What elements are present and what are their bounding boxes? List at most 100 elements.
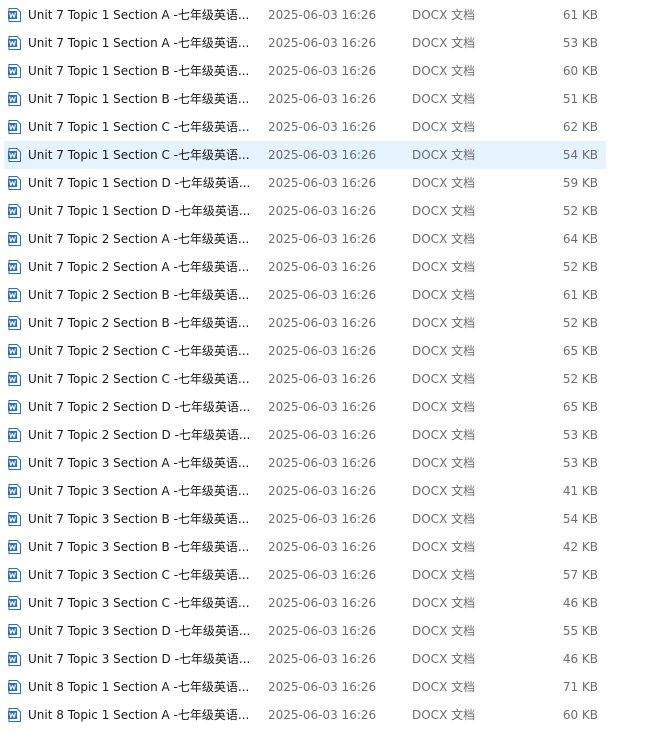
- file-size: 52 KB: [562, 204, 598, 218]
- file-date-modified: 2025-06-03 16:26: [268, 344, 377, 358]
- file-type: DOCX 文档: [412, 36, 476, 50]
- file-row[interactable]: Unit 7 Topic 1 Section A -七年级英语... 2025-0…: [4, 1, 606, 29]
- file-type: DOCX 文档: [412, 428, 476, 442]
- file-row[interactable]: Unit 7 Topic 2 Section D -七年级英语... 2025-0…: [4, 421, 606, 449]
- file-row[interactable]: Unit 7 Topic 2 Section A -七年级英语... 2025-0…: [4, 253, 606, 281]
- word-document-icon: [8, 512, 21, 526]
- file-type: DOCX 文档: [412, 512, 476, 526]
- file-row[interactable]: Unit 7 Topic 2 Section B -七年级英语... 2025-0…: [4, 309, 606, 337]
- file-type: DOCX 文档: [412, 372, 476, 386]
- file-date-modified: 2025-06-03 16:26: [268, 176, 377, 190]
- file-row[interactable]: Unit 7 Topic 3 Section D -七年级英语... 2025-0…: [4, 645, 606, 673]
- file-date-modified: 2025-06-03 16:26: [268, 260, 377, 274]
- file-row[interactable]: Unit 7 Topic 2 Section B -七年级英语... 2025-0…: [4, 281, 606, 309]
- file-type: DOCX 文档: [412, 260, 476, 274]
- file-size: 53 KB: [562, 36, 598, 50]
- file-size: 60 KB: [562, 708, 598, 722]
- file-size: 46 KB: [562, 596, 598, 610]
- file-type: DOCX 文档: [412, 540, 476, 554]
- file-date-modified: 2025-06-03 16:26: [268, 64, 377, 78]
- file-row[interactable]: Unit 7 Topic 2 Section A -七年级英语... 2025-0…: [4, 225, 606, 253]
- file-row[interactable]: Unit 7 Topic 3 Section B -七年级英语... 2025-0…: [4, 505, 606, 533]
- file-type: DOCX 文档: [412, 120, 476, 134]
- file-date-modified: 2025-06-03 16:26: [268, 120, 377, 134]
- file-list: Unit 7 Topic 1 Section A -七年级英语... 2025-0…: [0, 1, 646, 729]
- file-row[interactable]: Unit 7 Topic 1 Section B -七年级英语... 2025-0…: [4, 85, 606, 113]
- word-document-icon: [8, 64, 21, 78]
- file-row[interactable]: Unit 7 Topic 2 Section C -七年级英语... 2025-0…: [4, 365, 606, 393]
- word-document-icon: [8, 680, 21, 694]
- file-row[interactable]: Unit 7 Topic 1 Section D -七年级英语... 2025-0…: [4, 169, 606, 197]
- file-row[interactable]: Unit 7 Topic 3 Section B -七年级英语... 2025-0…: [4, 533, 606, 561]
- file-name: Unit 7 Topic 3 Section C -七年级英语...: [28, 596, 250, 610]
- file-size: 60 KB: [562, 64, 598, 78]
- word-document-icon: [8, 372, 21, 386]
- file-name: Unit 7 Topic 3 Section D -七年级英语...: [28, 624, 251, 638]
- file-type: DOCX 文档: [412, 652, 476, 666]
- file-size: 41 KB: [562, 484, 598, 498]
- file-type: DOCX 文档: [412, 456, 476, 470]
- word-document-icon: [8, 428, 21, 442]
- word-document-icon: [8, 484, 21, 498]
- file-name: Unit 7 Topic 3 Section A -七年级英语...: [28, 484, 250, 498]
- file-row[interactable]: Unit 7 Topic 2 Section C -七年级英语... 2025-0…: [4, 337, 606, 365]
- file-size: 54 KB: [562, 148, 598, 162]
- file-date-modified: 2025-06-03 16:26: [268, 288, 377, 302]
- file-size: 57 KB: [562, 568, 598, 582]
- file-type: DOCX 文档: [412, 148, 476, 162]
- file-row[interactable]: Unit 8 Topic 1 Section A -七年级英语... 2025-0…: [4, 673, 606, 701]
- file-name: Unit 7 Topic 3 Section D -七年级英语...: [28, 652, 251, 666]
- file-type: DOCX 文档: [412, 176, 476, 190]
- file-row[interactable]: Unit 8 Topic 1 Section A -七年级英语... 2025-0…: [4, 701, 606, 729]
- file-size: 55 KB: [562, 624, 598, 638]
- file-date-modified: 2025-06-03 16:26: [268, 148, 377, 162]
- file-name: Unit 7 Topic 2 Section B -七年级英语...: [28, 288, 250, 302]
- word-document-icon: [8, 400, 21, 414]
- file-name: Unit 8 Topic 1 Section A -七年级英语...: [28, 708, 250, 722]
- file-date-modified: 2025-06-03 16:26: [268, 596, 377, 610]
- file-date-modified: 2025-06-03 16:26: [268, 540, 377, 554]
- file-name: Unit 7 Topic 2 Section D -七年级英语...: [28, 400, 251, 414]
- file-row[interactable]: Unit 7 Topic 3 Section A -七年级英语... 2025-0…: [4, 449, 606, 477]
- file-name: Unit 7 Topic 3 Section B -七年级英语...: [28, 540, 250, 554]
- file-date-modified: 2025-06-03 16:26: [268, 204, 377, 218]
- file-row[interactable]: Unit 7 Topic 3 Section C -七年级英语... 2025-0…: [4, 589, 606, 617]
- file-type: DOCX 文档: [412, 596, 476, 610]
- file-date-modified: 2025-06-03 16:26: [268, 456, 377, 470]
- file-size: 71 KB: [562, 680, 598, 694]
- file-type: DOCX 文档: [412, 92, 476, 106]
- file-row[interactable]: Unit 7 Topic 3 Section A -七年级英语... 2025-0…: [4, 477, 606, 505]
- file-size: 61 KB: [562, 8, 598, 22]
- file-type: DOCX 文档: [412, 232, 476, 246]
- file-date-modified: 2025-06-03 16:26: [268, 512, 377, 526]
- file-row[interactable]: Unit 7 Topic 3 Section C -七年级英语... 2025-0…: [4, 561, 606, 589]
- file-name: Unit 7 Topic 1 Section D -七年级英语...: [28, 176, 251, 190]
- word-document-icon: [8, 456, 21, 470]
- file-size: 52 KB: [562, 260, 598, 274]
- file-date-modified: 2025-06-03 16:26: [268, 708, 377, 722]
- file-row[interactable]: Unit 7 Topic 2 Section D -七年级英语... 2025-0…: [4, 393, 606, 421]
- word-document-icon: [8, 344, 21, 358]
- file-row[interactable]: Unit 7 Topic 3 Section D -七年级英语... 2025-0…: [4, 617, 606, 645]
- file-row[interactable]: Unit 7 Topic 1 Section C -七年级英语... 2025-0…: [4, 141, 606, 169]
- file-name: Unit 7 Topic 1 Section C -七年级英语...: [28, 148, 250, 162]
- file-name: Unit 7 Topic 1 Section B -七年级英语...: [28, 92, 250, 106]
- file-type: DOCX 文档: [412, 680, 476, 694]
- file-name: Unit 7 Topic 2 Section A -七年级英语...: [28, 260, 250, 274]
- file-date-modified: 2025-06-03 16:26: [268, 680, 377, 694]
- word-document-icon: [8, 120, 21, 134]
- file-row[interactable]: Unit 7 Topic 1 Section A -七年级英语... 2025-0…: [4, 29, 606, 57]
- file-row[interactable]: Unit 7 Topic 1 Section C -七年级英语... 2025-0…: [4, 113, 606, 141]
- file-size: 53 KB: [562, 428, 598, 442]
- file-date-modified: 2025-06-03 16:26: [268, 8, 377, 22]
- file-name: Unit 7 Topic 2 Section B -七年级英语...: [28, 316, 250, 330]
- file-row[interactable]: Unit 7 Topic 1 Section D -七年级英语... 2025-0…: [4, 197, 606, 225]
- word-document-icon: [8, 316, 21, 330]
- file-name: Unit 7 Topic 2 Section C -七年级英语...: [28, 372, 250, 386]
- file-size: 61 KB: [562, 288, 598, 302]
- file-type: DOCX 文档: [412, 568, 476, 582]
- word-document-icon: [8, 8, 21, 22]
- word-document-icon: [8, 624, 21, 638]
- word-document-icon: [8, 204, 21, 218]
- file-row[interactable]: Unit 7 Topic 1 Section B -七年级英语... 2025-0…: [4, 57, 606, 85]
